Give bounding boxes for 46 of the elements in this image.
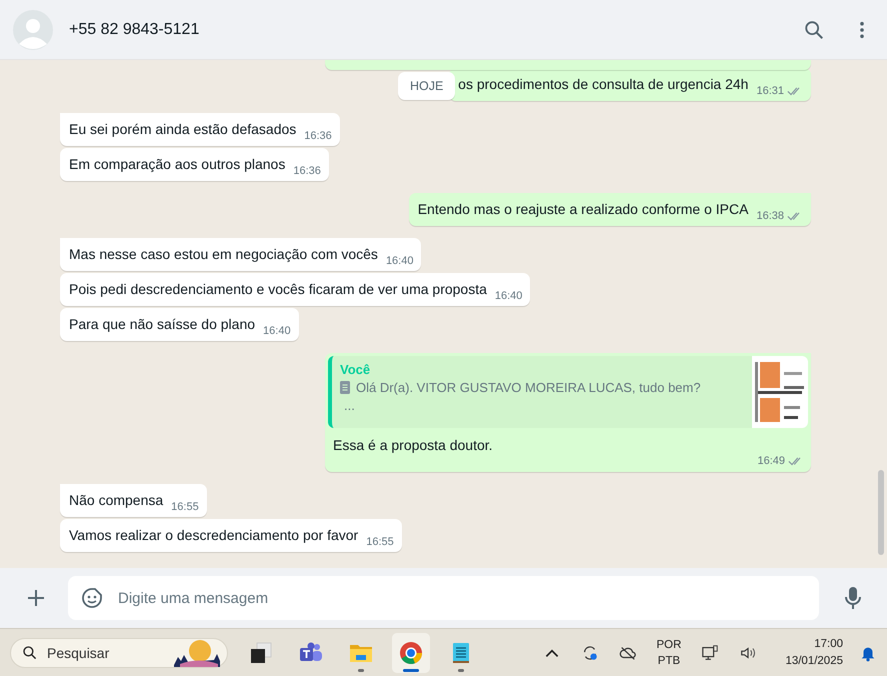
date-chip: HOJE xyxy=(398,72,456,100)
message-text: Vamos realizar o descredenciamento por favor xyxy=(69,526,358,545)
message-text: Mas nesse caso estou em negociação com vocês xyxy=(69,245,378,264)
message-text: Em comparação aos outros planos xyxy=(69,155,286,174)
sticker-icon[interactable] xyxy=(80,586,104,610)
message-text: Entendo mas o reajuste a realizado conforme o IPCA xyxy=(418,200,748,219)
document-thumbnail xyxy=(752,356,808,428)
message-time: 16:36 xyxy=(304,130,332,142)
message-time: 16:49 xyxy=(757,455,785,467)
plus-icon[interactable] xyxy=(26,588,46,608)
menu-icon[interactable] xyxy=(859,20,865,38)
message-text: Essa é a proposta doutor. xyxy=(333,437,493,453)
search-icon[interactable] xyxy=(803,18,825,40)
clock[interactable]: 17:00 13/01/2025 xyxy=(785,636,843,670)
message-time: 16:40 xyxy=(494,290,522,302)
running-indicator xyxy=(458,668,464,672)
search-icon xyxy=(22,644,38,660)
message-time: 16:31 xyxy=(756,85,784,97)
message-time: 16:36 xyxy=(293,165,321,177)
message-input[interactable]: Digite uma mensagem xyxy=(68,576,819,620)
overlapping-squares-icon xyxy=(249,640,273,664)
contact-name[interactable]: +55 82 9843-5121 xyxy=(69,20,200,38)
message-text: os procedimentos de consulta de urgencia 24h xyxy=(458,75,748,94)
message-text: Para que não saísse do plano xyxy=(69,315,256,334)
message-text: Não compensa xyxy=(69,491,164,510)
message-time: 16:40 xyxy=(386,255,414,267)
running-indicator xyxy=(403,668,419,672)
moon-landscape-drawing xyxy=(174,638,220,666)
browser-icon xyxy=(399,640,423,664)
running-indicator xyxy=(358,668,364,672)
network-icon[interactable] xyxy=(701,644,720,662)
quote-text: Olá Dr(a). VITOR GUSTAVO MOREIRA LUCAS, tudo bem? xyxy=(356,380,701,395)
message-time: 16:55 xyxy=(171,501,199,513)
message-time: 16:55 xyxy=(366,536,394,548)
taskbar-app[interactable] xyxy=(392,632,430,672)
message-text: Eu sei porém ainda estão defasados xyxy=(69,120,296,139)
scrollbar-thumb[interactable] xyxy=(878,470,884,555)
quote-author: Você xyxy=(340,362,372,377)
message-time: 16:40 xyxy=(263,325,291,337)
quote-ellipsis: ... xyxy=(343,398,356,413)
quoted-message[interactable]: Você Olá Dr(a). VITOR GUSTAVO MOREIRA LUCAS, tudo bem? ... xyxy=(328,356,808,428)
message-time: 16:38 xyxy=(756,210,784,222)
language-indicator[interactable]: POR PTB xyxy=(656,636,682,668)
message-text: Pois pedi descredenciamento e vocês ficaram de ver uma proposta xyxy=(69,280,487,299)
document-icon xyxy=(340,381,350,394)
microphone-icon[interactable] xyxy=(845,586,861,610)
